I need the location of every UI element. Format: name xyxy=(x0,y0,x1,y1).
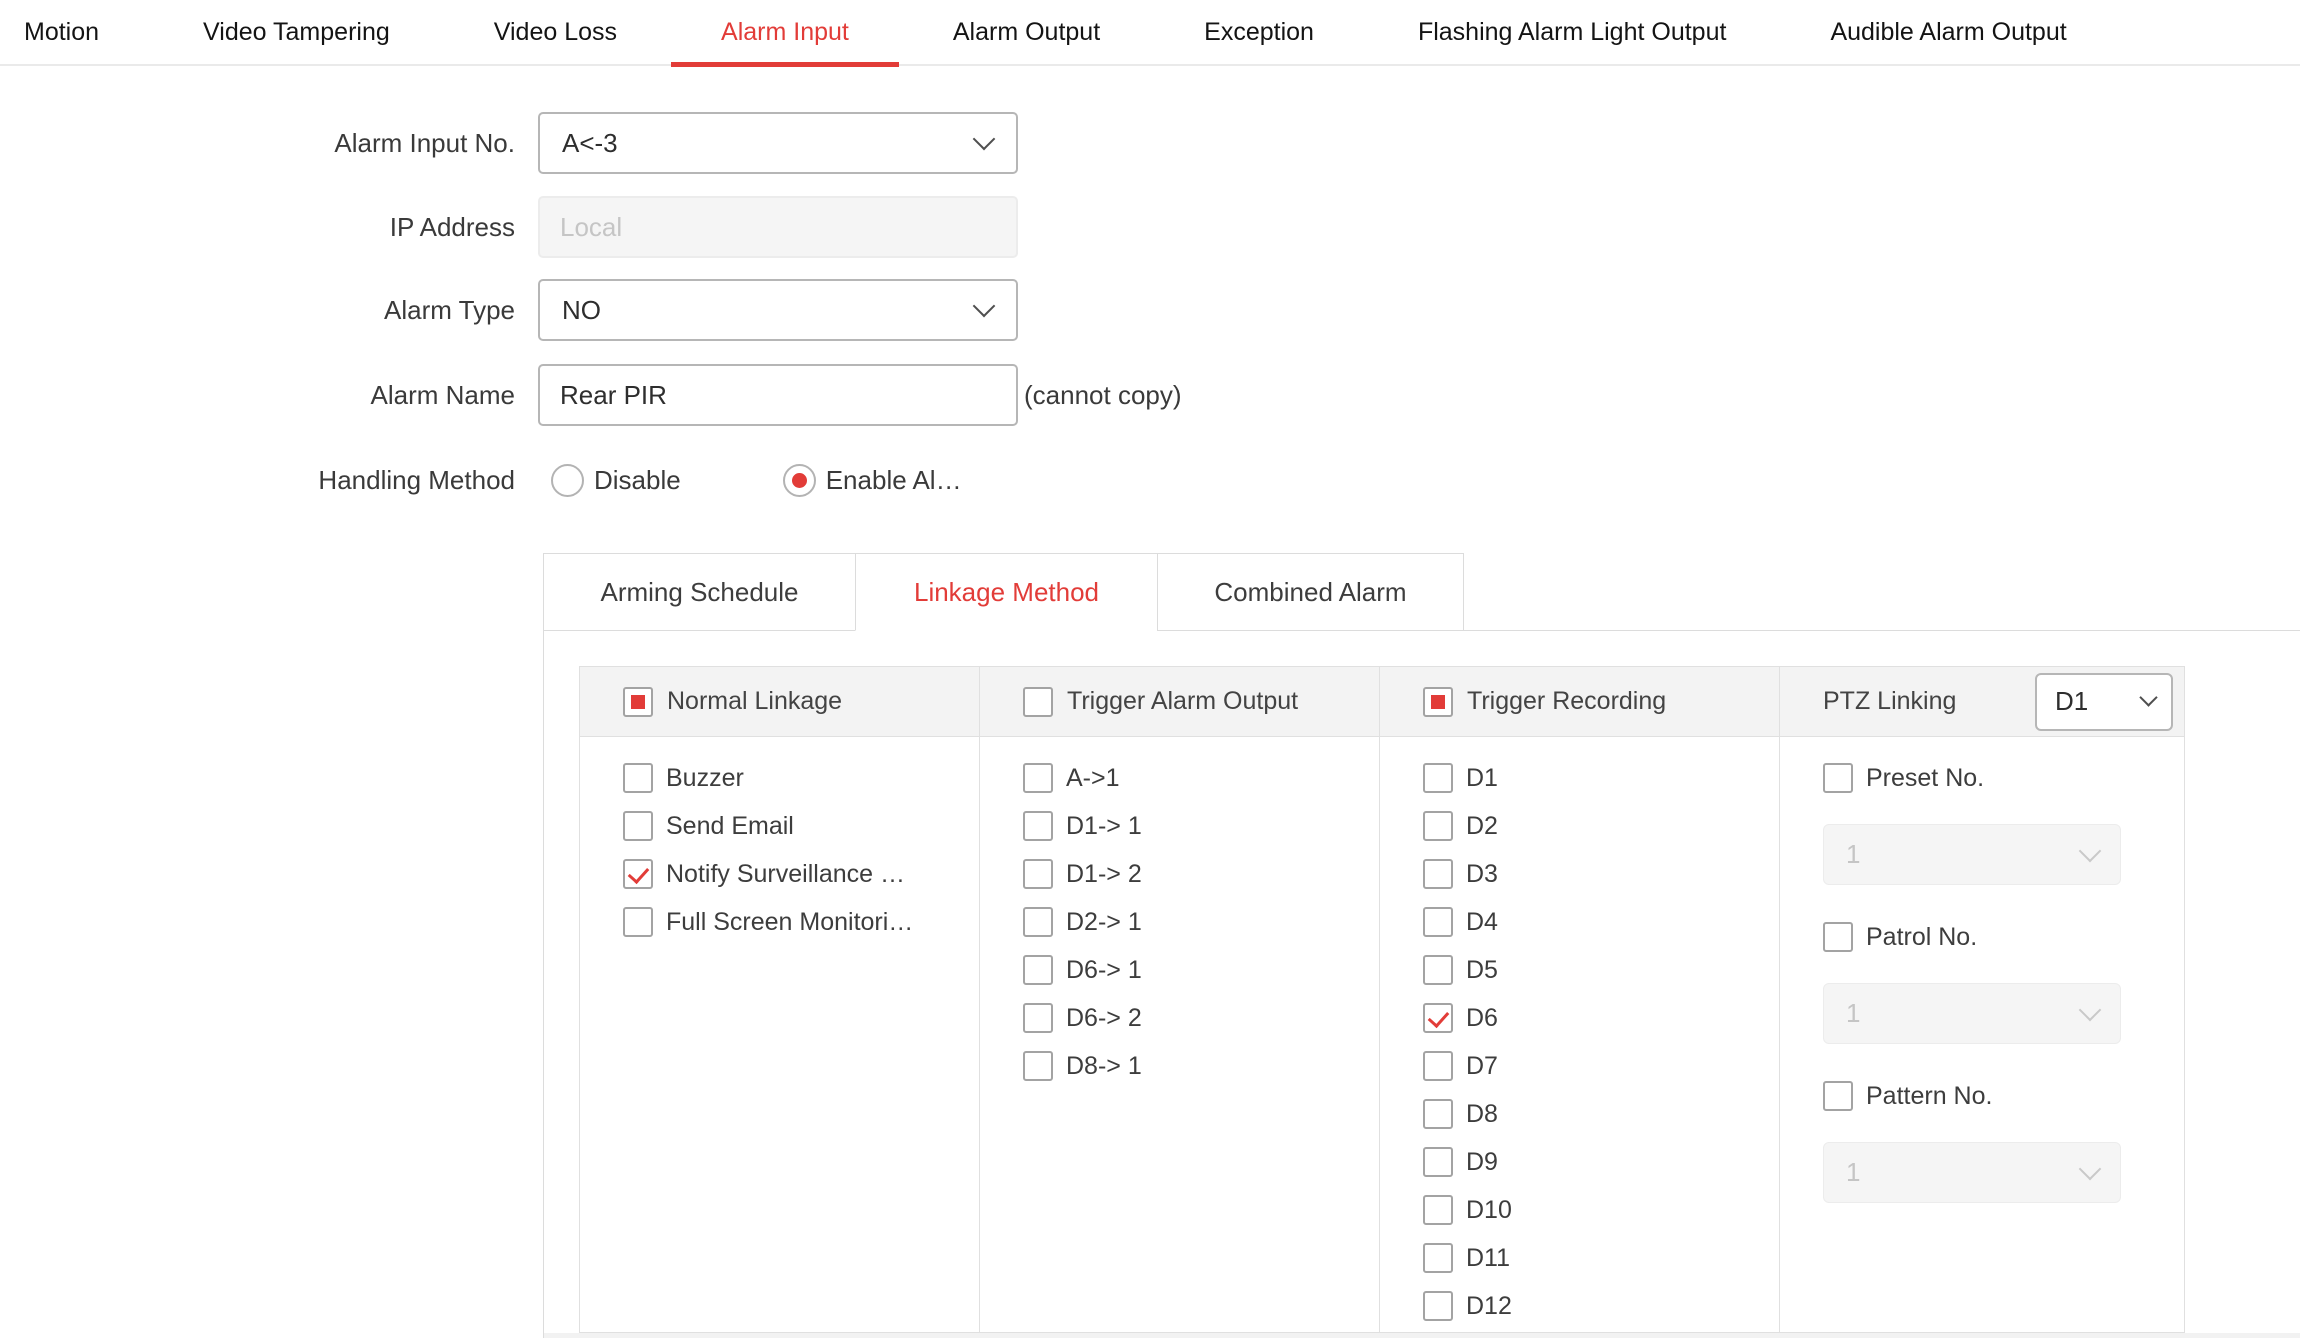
handling-method-radio-group: Disable Enable Al… xyxy=(551,449,962,511)
tab-label: Audible Alarm Output xyxy=(1830,17,2067,46)
cannot-copy-note: (cannot copy) xyxy=(1024,380,1182,410)
chevron-down-icon xyxy=(972,294,996,318)
tab-video-tampering[interactable]: Video Tampering xyxy=(179,0,414,65)
alarm-name-label: Alarm Name xyxy=(370,380,515,410)
tab-arming-schedule[interactable]: Arming Schedule xyxy=(543,553,856,631)
select-value: NO xyxy=(562,294,601,325)
tab-audible-alarm-output[interactable]: Audible Alarm Output xyxy=(1806,0,2090,65)
alarm-input-no-label: Alarm Input No. xyxy=(334,128,515,158)
radio-enable-alarm[interactable]: Enable Al… xyxy=(782,463,962,497)
radio-icon xyxy=(782,463,816,497)
alarm-name-field[interactable] xyxy=(538,364,1018,426)
alarm-type-label: Alarm Type xyxy=(383,295,515,325)
tab-label: Alarm Output xyxy=(952,17,1101,46)
chevron-down-icon xyxy=(972,127,996,151)
linkage-method-panel xyxy=(543,630,2300,1338)
tab-label: Video Tampering xyxy=(203,17,390,46)
select-value: A<-3 xyxy=(562,127,618,158)
tab-exception[interactable]: Exception xyxy=(1180,0,1338,65)
handling-method-label: Handling Method xyxy=(318,465,515,495)
form-row-alarm-name: Alarm Name (cannot copy) xyxy=(0,364,2300,426)
tab-linkage-method[interactable]: Linkage Method xyxy=(855,553,1158,631)
tab-motion[interactable]: Motion xyxy=(0,0,123,65)
form-row-ip-address: IP Address xyxy=(0,196,2300,258)
sub-tab-bar: Arming Schedule Linkage Method Combined … xyxy=(543,553,1464,631)
ip-address-field xyxy=(538,196,1018,258)
tab-label: Video Loss xyxy=(493,17,618,46)
tab-label: Exception xyxy=(1204,17,1314,46)
radio-disable[interactable]: Disable xyxy=(551,463,681,497)
tab-alarm-output[interactable]: Alarm Output xyxy=(929,0,1124,65)
tab-flashing-alarm-light-output[interactable]: Flashing Alarm Light Output xyxy=(1394,0,1751,65)
form-row-alarm-type: Alarm Type NO xyxy=(0,279,2300,341)
tab-label: Motion xyxy=(24,17,100,46)
form-row-handling-method: Handling Method Disable Enable Al… xyxy=(0,449,2300,511)
alarm-type-select[interactable]: NO xyxy=(538,279,1018,341)
tab-label: Flashing Alarm Light Output xyxy=(1417,17,1727,46)
top-tab-bar: Motion Video Tampering Video Loss Alarm … xyxy=(0,0,2300,67)
tab-video-loss[interactable]: Video Loss xyxy=(470,0,641,65)
ip-address-label: IP Address xyxy=(389,212,515,242)
alarm-input-no-select[interactable]: A<-3 xyxy=(538,112,1018,174)
tab-combined-alarm[interactable]: Combined Alarm xyxy=(1157,553,1464,631)
tab-alarm-input[interactable]: Alarm Input xyxy=(671,0,899,67)
form-row-alarm-input-no: Alarm Input No. A<-3 xyxy=(0,112,2300,174)
radio-label: Disable xyxy=(594,464,681,495)
alarm-settings-page: Motion Video Tampering Video Loss Alarm … xyxy=(0,0,2300,1338)
tab-label: Alarm Input xyxy=(721,17,849,46)
radio-label: Enable Al… xyxy=(825,464,962,495)
radio-icon xyxy=(551,463,584,497)
